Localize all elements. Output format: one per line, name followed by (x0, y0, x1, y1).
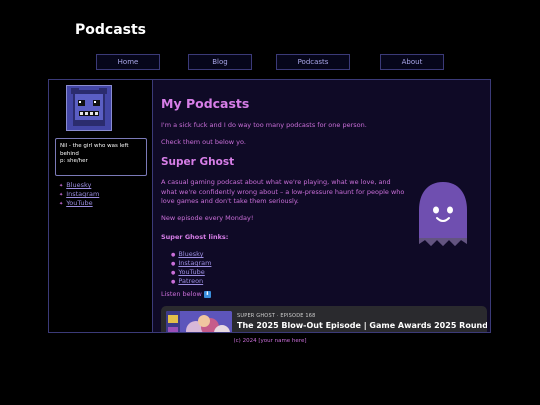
podcast-title: Super Ghost (161, 156, 235, 168)
bio-name: Nil - the girl who was left behind (60, 143, 129, 157)
bullet-icon: ● (171, 261, 176, 267)
bio-box: Nil - the girl who was left behind p: sh… (55, 138, 147, 176)
site-title: Podcasts (75, 22, 147, 38)
episode-player[interactable]: SUPER GHOST · EPISODE 168 The 2025 Blow-… (161, 306, 487, 332)
sidebar: Nil - the girl who was left behind p: sh… (48, 79, 153, 333)
episode-title[interactable]: The 2025 Blow-Out Episode | Game Awards … (237, 321, 487, 330)
nav-podcasts[interactable]: Podcasts (276, 54, 350, 70)
sidebar-link-bluesky[interactable]: Bluesky (66, 181, 91, 189)
list-item: ✦ YouTube (59, 199, 99, 208)
avatar-image (67, 86, 111, 130)
check-text: Check them out below yo. (161, 138, 246, 146)
main-content: My Podcasts I'm a sick fuck and I do way… (152, 79, 491, 333)
down-arrow-icon: ⬇ (203, 290, 211, 298)
podcast-description: A casual gaming podcast about what we're… (161, 178, 405, 205)
avatar (66, 85, 112, 131)
nav-about[interactable]: About (380, 54, 444, 70)
bio-pronouns: p: she/her (60, 158, 88, 164)
podcast-link-youtube[interactable]: YouTube (178, 268, 204, 276)
ghost-mascot (419, 182, 467, 246)
list-item: ● YouTube (171, 268, 211, 277)
list-item: ● Patreon (171, 277, 211, 286)
list-item: ✦ Bluesky (59, 181, 99, 190)
main-nav: Home Blog Podcasts About (0, 54, 540, 70)
podcast-link-instagram[interactable]: Instagram (178, 259, 211, 267)
bullet-icon: ● (171, 279, 176, 285)
page-title: My Podcasts (161, 96, 250, 111)
podcast-links: ● Bluesky ● Instagram ● YouTube ● Patreon (171, 250, 211, 286)
cover-art (166, 311, 232, 332)
podcast-link-bluesky[interactable]: Bluesky (178, 250, 203, 258)
podcast-link-patreon[interactable]: Patreon (178, 277, 203, 285)
sidebar-links: ✦ Bluesky ✦ Instagram ✦ YouTube (59, 181, 99, 208)
intro-text: I'm a sick fuck and I do way too many po… (161, 121, 367, 129)
list-item: ● Bluesky (171, 250, 211, 259)
list-item: ● Instagram (171, 259, 211, 268)
schedule-text: New episode every Monday! (161, 214, 254, 222)
footer: (c) 2024 [your name here] (233, 338, 307, 344)
nav-home[interactable]: Home (96, 54, 160, 70)
list-item: ✦ Instagram (59, 190, 99, 199)
listen-label: Listen below ⬇ (161, 290, 211, 298)
nav-blog[interactable]: Blog (188, 54, 252, 70)
listen-text: Listen below (161, 290, 202, 298)
bullet-icon: ● (171, 270, 176, 276)
bullet-icon: ● (171, 252, 176, 258)
episode-meta: SUPER GHOST · EPISODE 168 (237, 313, 316, 319)
links-heading: Super Ghost links: (161, 233, 229, 241)
sidebar-link-youtube[interactable]: YouTube (66, 199, 92, 207)
star-bullet-icon: ✦ (59, 201, 64, 207)
episode-cover-image[interactable] (166, 311, 232, 332)
star-bullet-icon: ✦ (59, 183, 64, 189)
star-bullet-icon: ✦ (59, 192, 64, 198)
sidebar-link-instagram[interactable]: Instagram (66, 190, 99, 198)
